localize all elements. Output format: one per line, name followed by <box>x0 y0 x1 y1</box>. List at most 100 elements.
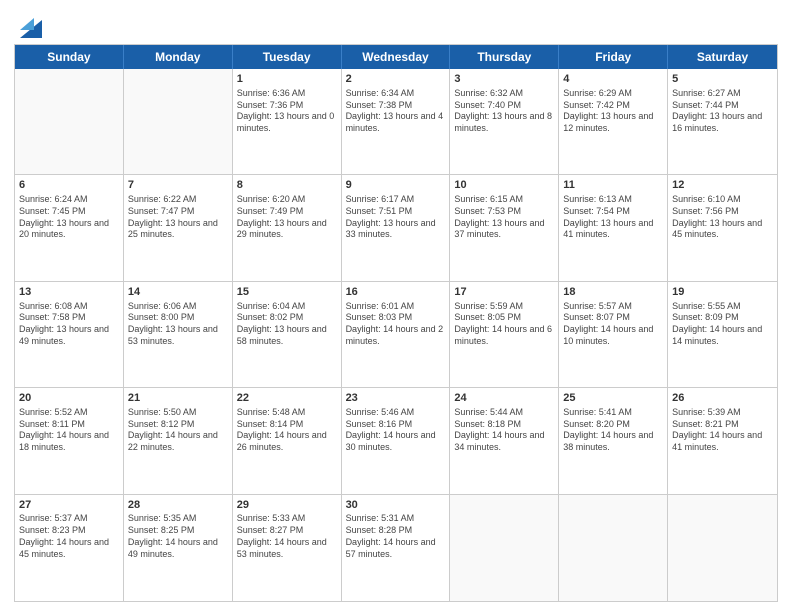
day-number: 9 <box>346 178 446 193</box>
day-number: 28 <box>128 498 228 513</box>
calendar-header: SundayMondayTuesdayWednesdayThursdayFrid… <box>15 45 777 69</box>
day-number: 10 <box>454 178 554 193</box>
day-number: 15 <box>237 285 337 300</box>
cal-cell <box>15 69 124 174</box>
day-number: 13 <box>19 285 119 300</box>
cell-info: Sunrise: 6:06 AM Sunset: 8:00 PM Dayligh… <box>128 301 228 348</box>
cal-cell: 27Sunrise: 5:37 AM Sunset: 8:23 PM Dayli… <box>15 495 124 601</box>
day-number: 20 <box>19 391 119 406</box>
cal-cell: 15Sunrise: 6:04 AM Sunset: 8:02 PM Dayli… <box>233 282 342 387</box>
day-number: 21 <box>128 391 228 406</box>
cell-info: Sunrise: 6:34 AM Sunset: 7:38 PM Dayligh… <box>346 88 446 135</box>
day-number: 30 <box>346 498 446 513</box>
header-day-tuesday: Tuesday <box>233 45 342 69</box>
cell-info: Sunrise: 5:57 AM Sunset: 8:07 PM Dayligh… <box>563 301 663 348</box>
cell-info: Sunrise: 5:31 AM Sunset: 8:28 PM Dayligh… <box>346 513 446 560</box>
cell-info: Sunrise: 6:04 AM Sunset: 8:02 PM Dayligh… <box>237 301 337 348</box>
day-number: 12 <box>672 178 773 193</box>
header-day-saturday: Saturday <box>668 45 777 69</box>
cell-info: Sunrise: 6:08 AM Sunset: 7:58 PM Dayligh… <box>19 301 119 348</box>
day-number: 5 <box>672 72 773 87</box>
cell-info: Sunrise: 5:50 AM Sunset: 8:12 PM Dayligh… <box>128 407 228 454</box>
day-number: 19 <box>672 285 773 300</box>
logo-icon <box>20 10 42 38</box>
cell-info: Sunrise: 6:20 AM Sunset: 7:49 PM Dayligh… <box>237 194 337 241</box>
cal-cell: 1Sunrise: 6:36 AM Sunset: 7:36 PM Daylig… <box>233 69 342 174</box>
cal-cell: 19Sunrise: 5:55 AM Sunset: 8:09 PM Dayli… <box>668 282 777 387</box>
cell-info: Sunrise: 6:10 AM Sunset: 7:56 PM Dayligh… <box>672 194 773 241</box>
cal-cell: 6Sunrise: 6:24 AM Sunset: 7:45 PM Daylig… <box>15 175 124 280</box>
cal-cell: 16Sunrise: 6:01 AM Sunset: 8:03 PM Dayli… <box>342 282 451 387</box>
cell-info: Sunrise: 5:44 AM Sunset: 8:18 PM Dayligh… <box>454 407 554 454</box>
day-number: 23 <box>346 391 446 406</box>
cell-info: Sunrise: 6:13 AM Sunset: 7:54 PM Dayligh… <box>563 194 663 241</box>
header-day-sunday: Sunday <box>15 45 124 69</box>
day-number: 24 <box>454 391 554 406</box>
week-row-3: 13Sunrise: 6:08 AM Sunset: 7:58 PM Dayli… <box>15 282 777 388</box>
cal-cell: 10Sunrise: 6:15 AM Sunset: 7:53 PM Dayli… <box>450 175 559 280</box>
cell-info: Sunrise: 6:27 AM Sunset: 7:44 PM Dayligh… <box>672 88 773 135</box>
cell-info: Sunrise: 5:41 AM Sunset: 8:20 PM Dayligh… <box>563 407 663 454</box>
cal-cell: 17Sunrise: 5:59 AM Sunset: 8:05 PM Dayli… <box>450 282 559 387</box>
day-number: 4 <box>563 72 663 87</box>
logo <box>14 10 42 38</box>
cell-info: Sunrise: 5:33 AM Sunset: 8:27 PM Dayligh… <box>237 513 337 560</box>
cell-info: Sunrise: 5:55 AM Sunset: 8:09 PM Dayligh… <box>672 301 773 348</box>
cal-cell: 20Sunrise: 5:52 AM Sunset: 8:11 PM Dayli… <box>15 388 124 493</box>
cal-cell: 12Sunrise: 6:10 AM Sunset: 7:56 PM Dayli… <box>668 175 777 280</box>
cal-cell: 22Sunrise: 5:48 AM Sunset: 8:14 PM Dayli… <box>233 388 342 493</box>
cell-info: Sunrise: 6:15 AM Sunset: 7:53 PM Dayligh… <box>454 194 554 241</box>
day-number: 29 <box>237 498 337 513</box>
day-number: 22 <box>237 391 337 406</box>
cal-cell: 28Sunrise: 5:35 AM Sunset: 8:25 PM Dayli… <box>124 495 233 601</box>
cal-cell: 8Sunrise: 6:20 AM Sunset: 7:49 PM Daylig… <box>233 175 342 280</box>
week-row-1: 1Sunrise: 6:36 AM Sunset: 7:36 PM Daylig… <box>15 69 777 175</box>
day-number: 6 <box>19 178 119 193</box>
cell-info: Sunrise: 6:32 AM Sunset: 7:40 PM Dayligh… <box>454 88 554 135</box>
cal-cell: 2Sunrise: 6:34 AM Sunset: 7:38 PM Daylig… <box>342 69 451 174</box>
cal-cell: 23Sunrise: 5:46 AM Sunset: 8:16 PM Dayli… <box>342 388 451 493</box>
cal-cell: 18Sunrise: 5:57 AM Sunset: 8:07 PM Dayli… <box>559 282 668 387</box>
cell-info: Sunrise: 6:24 AM Sunset: 7:45 PM Dayligh… <box>19 194 119 241</box>
cell-info: Sunrise: 5:52 AM Sunset: 8:11 PM Dayligh… <box>19 407 119 454</box>
cal-cell: 26Sunrise: 5:39 AM Sunset: 8:21 PM Dayli… <box>668 388 777 493</box>
cell-info: Sunrise: 5:48 AM Sunset: 8:14 PM Dayligh… <box>237 407 337 454</box>
cal-cell <box>124 69 233 174</box>
cal-cell: 3Sunrise: 6:32 AM Sunset: 7:40 PM Daylig… <box>450 69 559 174</box>
day-number: 18 <box>563 285 663 300</box>
cal-cell: 24Sunrise: 5:44 AM Sunset: 8:18 PM Dayli… <box>450 388 559 493</box>
week-row-5: 27Sunrise: 5:37 AM Sunset: 8:23 PM Dayli… <box>15 495 777 601</box>
day-number: 2 <box>346 72 446 87</box>
week-row-4: 20Sunrise: 5:52 AM Sunset: 8:11 PM Dayli… <box>15 388 777 494</box>
cal-cell <box>668 495 777 601</box>
header-day-thursday: Thursday <box>450 45 559 69</box>
cal-cell <box>450 495 559 601</box>
header-day-wednesday: Wednesday <box>342 45 451 69</box>
day-number: 3 <box>454 72 554 87</box>
day-number: 16 <box>346 285 446 300</box>
calendar-body: 1Sunrise: 6:36 AM Sunset: 7:36 PM Daylig… <box>15 69 777 601</box>
week-row-2: 6Sunrise: 6:24 AM Sunset: 7:45 PM Daylig… <box>15 175 777 281</box>
cell-info: Sunrise: 5:46 AM Sunset: 8:16 PM Dayligh… <box>346 407 446 454</box>
cell-info: Sunrise: 6:36 AM Sunset: 7:36 PM Dayligh… <box>237 88 337 135</box>
day-number: 27 <box>19 498 119 513</box>
day-number: 25 <box>563 391 663 406</box>
cell-info: Sunrise: 6:01 AM Sunset: 8:03 PM Dayligh… <box>346 301 446 348</box>
page: SundayMondayTuesdayWednesdayThursdayFrid… <box>0 0 792 612</box>
cell-info: Sunrise: 5:35 AM Sunset: 8:25 PM Dayligh… <box>128 513 228 560</box>
cal-cell: 5Sunrise: 6:27 AM Sunset: 7:44 PM Daylig… <box>668 69 777 174</box>
cal-cell: 4Sunrise: 6:29 AM Sunset: 7:42 PM Daylig… <box>559 69 668 174</box>
header-day-friday: Friday <box>559 45 668 69</box>
header-day-monday: Monday <box>124 45 233 69</box>
cell-info: Sunrise: 5:37 AM Sunset: 8:23 PM Dayligh… <box>19 513 119 560</box>
day-number: 7 <box>128 178 228 193</box>
day-number: 14 <box>128 285 228 300</box>
day-number: 17 <box>454 285 554 300</box>
cell-info: Sunrise: 6:17 AM Sunset: 7:51 PM Dayligh… <box>346 194 446 241</box>
cal-cell: 30Sunrise: 5:31 AM Sunset: 8:28 PM Dayli… <box>342 495 451 601</box>
header <box>14 10 778 38</box>
cell-info: Sunrise: 6:29 AM Sunset: 7:42 PM Dayligh… <box>563 88 663 135</box>
cell-info: Sunrise: 5:39 AM Sunset: 8:21 PM Dayligh… <box>672 407 773 454</box>
day-number: 1 <box>237 72 337 87</box>
cal-cell: 25Sunrise: 5:41 AM Sunset: 8:20 PM Dayli… <box>559 388 668 493</box>
